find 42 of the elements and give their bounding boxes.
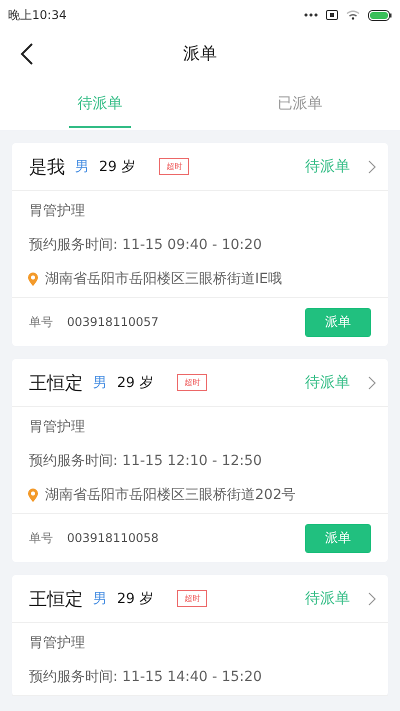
age-label: 29 岁	[117, 590, 154, 608]
order-card[interactable]: 是我 男 29 岁 超时 待派单 胃管护理 预约服务时间: 11-15 09:40 - 10:20 湖南省岳阳市岳阳楼区三眼桥街道IE哦 单号 003918110057 派单	[12, 143, 388, 346]
wifi-icon	[346, 10, 360, 20]
order-card[interactable]: 王恒定 男 29 岁 超时 待派单 胃管护理 预约服务时间: 11-15 14:40 - 15:20	[12, 575, 388, 696]
order-number-label: 单号	[29, 530, 53, 546]
order-card[interactable]: 王恒定 男 29 岁 超时 待派单 胃管护理 预约服务时间: 11-15 12:10 - 12:50 湖南省岳阳市岳阳楼区三眼桥街道202号 单号 003918110058 派单	[12, 359, 388, 562]
overtime-tag: 超时	[177, 374, 208, 391]
more-icon	[304, 13, 318, 17]
dispatch-button[interactable]: 派单	[305, 308, 371, 336]
overtime-tag: 超时	[177, 590, 208, 607]
appointment-time: 预约服务时间: 11-15 12:10 - 12:50	[29, 452, 263, 471]
order-number: 003918110058	[67, 531, 159, 545]
location-pin-icon	[27, 488, 39, 502]
address: 湖南省岳阳市岳阳楼区三眼桥街道202号	[45, 486, 296, 505]
gender-label: 男	[93, 374, 107, 392]
chevron-icon	[368, 376, 376, 390]
address: 湖南省岳阳市岳阳楼区三眼桥街道IE哦	[45, 270, 282, 289]
patient-name: 是我	[29, 156, 65, 178]
sim-icon	[326, 10, 338, 20]
patient-name: 王恒定	[29, 588, 83, 610]
service-name: 胃管护理	[29, 418, 86, 437]
patient-name: 王恒定	[29, 372, 83, 394]
chevron-icon	[368, 160, 376, 174]
dispatch-button[interactable]: 派单	[305, 524, 371, 552]
gender-label: 男	[93, 590, 107, 608]
order-number: 003918110057	[67, 315, 159, 329]
age-label: 29 岁	[99, 158, 136, 176]
service-name: 胃管护理	[29, 634, 86, 653]
service-name: 胃管护理	[29, 202, 86, 221]
chevron-icon	[368, 592, 376, 606]
page-title: 派单	[183, 42, 217, 64]
battery-icon	[368, 10, 392, 20]
location-pin-icon	[27, 272, 39, 286]
tab[interactable]: 已派单	[200, 76, 400, 130]
appointment-time: 预约服务时间: 11-15 09:40 - 10:20	[29, 236, 263, 255]
overtime-tag: 超时	[159, 158, 190, 175]
tab[interactable]: 待派单	[0, 76, 200, 130]
order-number-label: 单号	[29, 314, 53, 330]
status-time: 晚上10:34	[8, 6, 67, 24]
gender-label: 男	[75, 158, 89, 176]
age-label: 29 岁	[117, 374, 154, 392]
appointment-time: 预约服务时间: 11-15 14:40 - 15:20	[29, 668, 263, 687]
